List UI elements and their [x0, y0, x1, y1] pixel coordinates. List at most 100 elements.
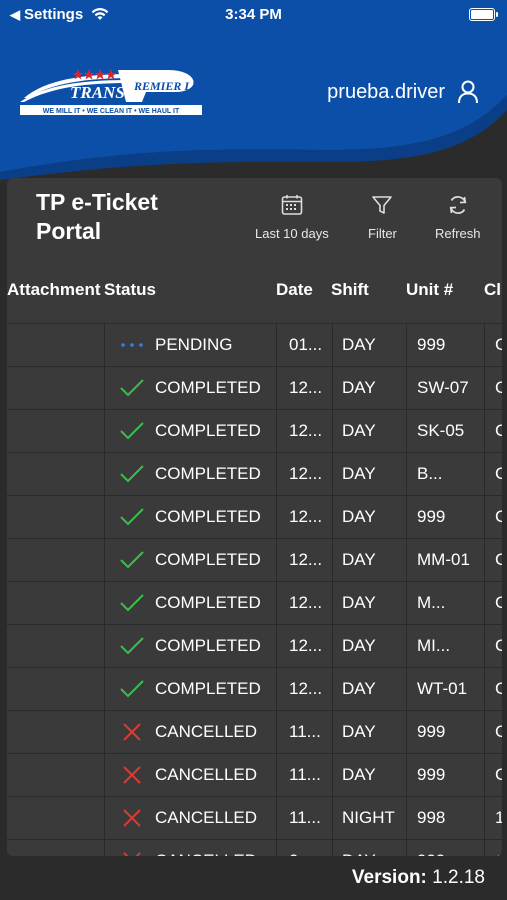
user-account[interactable]: prueba.driver [327, 80, 479, 104]
unit-cell: SW-07 [406, 367, 484, 409]
unit-cell: WT-01 [406, 668, 484, 710]
check-icon [119, 378, 145, 398]
version-value: 1.2.18 [432, 867, 485, 888]
shift-cell: DAY [332, 582, 406, 624]
table-row[interactable]: COMPLETED 12...DAYWT-01C [7, 667, 502, 710]
status-cell: CANCELLED [104, 754, 276, 796]
status-text: CANCELLED [155, 840, 257, 856]
check-icon [119, 679, 145, 699]
column-header-unit[interactable]: Unit # [406, 280, 453, 300]
shift-cell: DAY [332, 539, 406, 581]
table-row[interactable]: COMPLETED 12...DAYM...C [7, 581, 502, 624]
svg-text:WE MILL IT • WE CLEAN IT • WE: WE MILL IT • WE CLEAN IT • WE HAUL IT [43, 108, 180, 115]
shift-cell: DAY [332, 367, 406, 409]
version-info: Version: 1.2.18 [352, 867, 485, 889]
cl-cell: 1 [484, 797, 502, 839]
table-row[interactable]: COMPLETED 12...DAYSW-07C [7, 366, 502, 409]
table-row[interactable]: COMPLETED 12...DAY999C [7, 495, 502, 538]
svg-text:REMIER LLC.: REMIER LLC. [133, 79, 204, 93]
column-header-cl[interactable]: Cl [484, 280, 501, 300]
column-header-attachment[interactable]: Attachment [7, 280, 101, 300]
date-cell: 12... [276, 367, 332, 409]
filter-button[interactable]: Filter [368, 190, 397, 241]
attachment-cell[interactable] [7, 840, 104, 856]
status-text: COMPLETED [155, 679, 261, 698]
status-text: COMPLETED [155, 550, 261, 569]
refresh-icon [449, 196, 467, 214]
status-cell: COMPLETED [104, 625, 276, 667]
cl-cell: C [484, 754, 502, 796]
date-cell: 11... [276, 797, 332, 839]
tickets-table-body[interactable]: PENDING01...DAY999CCOMPLETED12...DAYSW-0… [7, 323, 502, 856]
status-text: COMPLETED [155, 593, 261, 612]
status-cell: COMPLETED [104, 496, 276, 538]
table-row[interactable]: CANCELLED 11...DAY999C [7, 753, 502, 796]
shift-cell: DAY [332, 453, 406, 495]
attachment-cell[interactable] [7, 453, 104, 495]
refresh-label: Refresh [435, 226, 481, 241]
date-cell: 12... [276, 668, 332, 710]
table-row[interactable]: CANCELLED 0...DAY999C [7, 839, 502, 856]
attachment-cell[interactable] [7, 668, 104, 710]
attachment-cell[interactable] [7, 625, 104, 667]
table-row[interactable]: CANCELLED 11...DAY999C [7, 710, 502, 753]
table-row[interactable]: COMPLETED 12...DAYMI...C [7, 624, 502, 667]
unit-cell: 999 [406, 324, 484, 366]
cl-cell: C [484, 668, 502, 710]
status-text: COMPLETED [155, 507, 261, 526]
status-cell: COMPLETED [104, 582, 276, 624]
status-cell: CANCELLED [104, 840, 276, 856]
table-row[interactable]: PENDING 01...DAY999C [7, 323, 502, 366]
table-row[interactable]: COMPLETED 12...DAYB...C [7, 452, 502, 495]
date-cell: 12... [276, 453, 332, 495]
cl-cell: C [484, 367, 502, 409]
username-label: prueba.driver [327, 80, 445, 103]
unit-cell: M... [406, 582, 484, 624]
status-text: COMPLETED [155, 636, 261, 655]
column-header-shift[interactable]: Shift [331, 280, 369, 300]
check-icon [119, 550, 145, 570]
unit-cell: MI... [406, 625, 484, 667]
attachment-cell[interactable] [7, 324, 104, 366]
cancel-x-icon [119, 807, 145, 829]
date-range-button[interactable]: Last 10 days [255, 190, 329, 241]
status-text: COMPLETED [155, 464, 261, 483]
attachment-cell[interactable] [7, 367, 104, 409]
table-row[interactable]: CANCELLED 11...NIGHT9981 [7, 796, 502, 839]
user-icon[interactable] [457, 80, 479, 104]
status-cell: COMPLETED [104, 367, 276, 409]
unit-cell: 998 [406, 797, 484, 839]
column-header-status[interactable]: Status [104, 280, 156, 300]
refresh-button[interactable]: Refresh [435, 190, 481, 241]
attachment-cell[interactable] [7, 754, 104, 796]
unit-cell: B... [406, 453, 484, 495]
date-cell: 12... [276, 582, 332, 624]
status-cell: CANCELLED [104, 711, 276, 753]
table-row[interactable]: COMPLETED 12...DAYMM-01C [7, 538, 502, 581]
status-text: CANCELLED [155, 765, 258, 784]
attachment-cell[interactable] [7, 711, 104, 753]
status-cell: COMPLETED [104, 539, 276, 581]
status-cell: COMPLETED [104, 668, 276, 710]
date-cell: 12... [276, 625, 332, 667]
check-icon [119, 421, 145, 441]
cancel-x-icon [119, 764, 145, 786]
date-cell: 01... [276, 324, 332, 366]
shift-cell: DAY [332, 754, 406, 796]
calendar-icon [281, 195, 303, 215]
attachment-cell[interactable] [7, 496, 104, 538]
column-header-date[interactable]: Date [276, 280, 313, 300]
date-range-label: Last 10 days [255, 226, 329, 241]
attachment-cell[interactable] [7, 410, 104, 452]
shift-cell: DAY [332, 668, 406, 710]
attachment-cell[interactable] [7, 539, 104, 581]
check-icon [119, 507, 145, 527]
version-label: Version: [351, 867, 427, 888]
cl-cell: C [484, 840, 502, 856]
cl-cell: C [484, 711, 502, 753]
check-icon [119, 636, 145, 656]
table-row[interactable]: COMPLETED 12...DAYSK-05C [7, 409, 502, 452]
page-title: TP e-Ticket Portal [36, 189, 158, 244]
attachment-cell[interactable] [7, 582, 104, 624]
attachment-cell[interactable] [7, 797, 104, 839]
